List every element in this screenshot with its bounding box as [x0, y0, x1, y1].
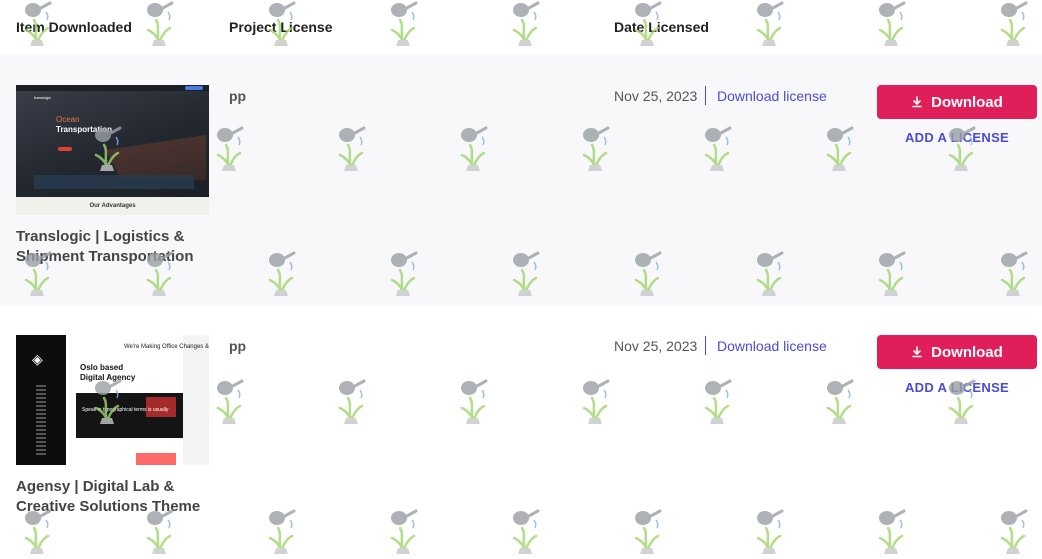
download-icon	[912, 346, 922, 358]
thumbnail-heading: Oslo based	[80, 363, 124, 372]
brand-mark-icon: ◈	[32, 351, 43, 367]
item-title[interactable]: Agensy | Digital Lab & Creative Solution…	[16, 477, 216, 517]
thumbnail-heading: Digital Agency	[80, 373, 136, 382]
item-thumbnail[interactable]: translogic Ocean Transportation Our Adva…	[16, 85, 209, 215]
date-licensed: Nov 25, 2023	[614, 88, 698, 104]
thumbnail-heading: Ocean	[56, 115, 80, 124]
column-header-project: Project License	[229, 19, 333, 35]
download-icon	[912, 96, 922, 108]
add-license-button[interactable]: ADD A LICENSE	[877, 380, 1037, 395]
project-name: pp	[229, 88, 247, 104]
download-license-link[interactable]: Download license	[717, 88, 827, 104]
thumbnail-text: Speak in typographical terms is usually	[82, 407, 169, 413]
item-thumbnail[interactable]: ◈ We're Making Office Changes & Oslo bas…	[16, 335, 209, 465]
table-row: translogic Ocean Transportation Our Adva…	[0, 55, 1042, 305]
project-name: pp	[229, 338, 247, 354]
date-licensed: Nov 25, 2023	[614, 338, 698, 354]
divider	[705, 336, 706, 355]
download-button[interactable]: Download	[877, 85, 1037, 119]
table-header: Item Downloaded Project License Date Lic…	[0, 0, 1042, 55]
thumbnail-logo: translogic	[34, 95, 52, 100]
add-license-button[interactable]: ADD A LICENSE	[877, 130, 1037, 145]
table-row: ◈ We're Making Office Changes & Oslo bas…	[0, 305, 1042, 559]
download-button-label: Download	[931, 93, 1003, 111]
thumbnail-note: We're Making Office Changes &	[124, 344, 209, 350]
column-header-date: Date Licensed	[614, 19, 709, 35]
download-button[interactable]: Download	[877, 335, 1037, 369]
thumbnail-footer: Our Advantages	[89, 203, 136, 209]
item-title[interactable]: Translogic | Logistics & Shipment Transp…	[16, 227, 216, 267]
thumbnail-heading: Transportation	[56, 125, 113, 134]
download-license-link[interactable]: Download license	[717, 338, 827, 354]
download-button-label: Download	[931, 343, 1003, 361]
column-header-item: Item Downloaded	[16, 19, 132, 35]
divider	[705, 86, 706, 105]
